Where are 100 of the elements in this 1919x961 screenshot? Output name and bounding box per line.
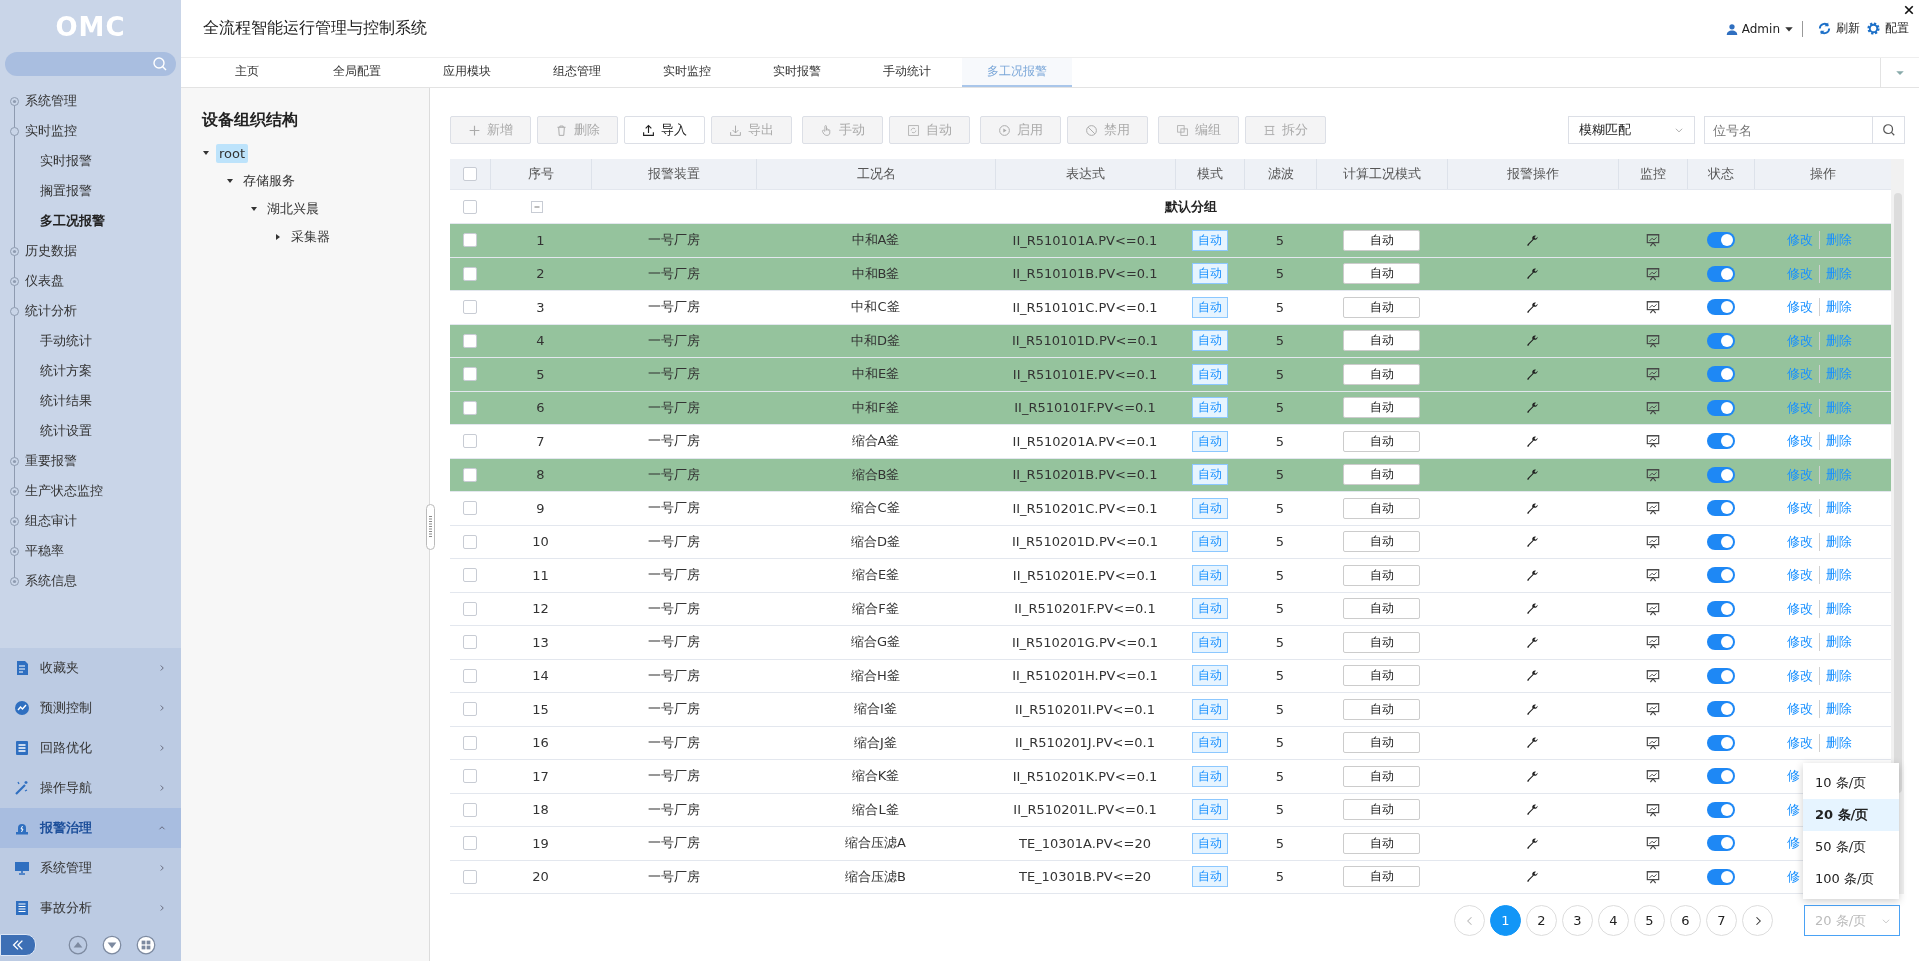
table-cell: 5 — [1275, 802, 1285, 818]
table-cell: 缩合I釜 — [854, 700, 897, 719]
table-cell: II_R510201F.PV<=0.1 — [1014, 601, 1156, 617]
table-cell: 2 — [536, 266, 545, 282]
column-header: 表达式 — [1066, 165, 1105, 183]
table-cell: 5 — [1275, 735, 1285, 751]
table-cell: 一号厂房 — [647, 666, 700, 685]
table-cell: TE_10301A.PV<=20 — [1019, 835, 1151, 851]
table-cell: 5 — [1275, 768, 1285, 784]
column-header: 计算工况模式 — [1343, 165, 1421, 183]
column-header: 工况名 — [856, 165, 896, 183]
table-cell: II_R510201K.PV<=0.1 — [1012, 768, 1158, 784]
mode-tag: 自动 — [1191, 497, 1228, 519]
table-cell: 5 — [1275, 467, 1285, 483]
table-cell: 中和A釜 — [851, 231, 900, 250]
mode-tag: 自动 — [1191, 598, 1228, 620]
table-cell: 一号厂房 — [647, 365, 700, 384]
mode-tag: 自动 — [1191, 229, 1228, 251]
table-cell: II_R510201G.PV<=0.1 — [1011, 634, 1159, 650]
table-cell: 一号厂房 — [647, 733, 700, 752]
table-cell: 5 — [1275, 601, 1285, 617]
table-cell: 一号厂房 — [647, 633, 700, 652]
table-cell: 5 — [1275, 299, 1285, 315]
table-cell: 9 — [536, 500, 545, 516]
table-cell: 一号厂房 — [647, 331, 700, 350]
column-header: 模式 — [1197, 165, 1223, 183]
table-cell: 4 — [536, 333, 545, 349]
table-cell: 17 — [532, 768, 549, 784]
table-cell: 5 — [1275, 701, 1285, 717]
table-cell: II_R510101D.PV<=0.1 — [1011, 333, 1159, 349]
table-cell: 5 — [1275, 668, 1285, 684]
app-title: 全流程智能运行管理与控制系统 — [203, 18, 428, 39]
table-cell: 一号厂房 — [647, 800, 700, 819]
mode-tag: 自动 — [1191, 732, 1228, 754]
table-cell: II_R510101C.PV<=0.1 — [1012, 299, 1158, 315]
table-cell: 16 — [532, 735, 549, 751]
table-cell: 14 — [532, 668, 549, 684]
table-cell: 18 — [532, 802, 549, 818]
column-header: 序号 — [528, 165, 554, 183]
mode-tag: 自动 — [1191, 698, 1228, 720]
table-cell: 8 — [536, 467, 545, 483]
table-cell: 一号厂房 — [647, 231, 700, 250]
table-cell: 5 — [536, 366, 545, 382]
table-cell: 一号厂房 — [647, 599, 700, 618]
mode-tag: 自动 — [1191, 564, 1228, 586]
table-cell: II_R510201L.PV<=0.1 — [1013, 802, 1157, 818]
mode-tag: 自动 — [1191, 531, 1228, 553]
mode-tag: 自动 — [1191, 665, 1228, 687]
table-cell: 缩合压滤A — [845, 834, 906, 853]
table-cell: 缩合J釜 — [854, 733, 897, 752]
table-cell: 5 — [1275, 333, 1285, 349]
table-cell: 一号厂房 — [647, 432, 700, 451]
group-title: 默认分组 — [1165, 197, 1217, 216]
mode-tag: 自动 — [1191, 765, 1228, 787]
table-cell: 中和F釜 — [852, 398, 899, 417]
table-cell: II_R510201I.PV<=0.1 — [1015, 701, 1155, 717]
table-cell: 5 — [1275, 400, 1285, 416]
mode-tag: 自动 — [1191, 631, 1228, 653]
table-cell: 缩合B釜 — [851, 465, 900, 484]
table-cell: II_R510201C.PV<=0.1 — [1012, 500, 1158, 516]
table-cell: 缩合E釜 — [851, 566, 900, 585]
table-cell: 10 — [532, 534, 549, 550]
table-cell: 一号厂房 — [647, 465, 700, 484]
table-cell: 一号厂房 — [647, 867, 700, 886]
table-cell: 缩合C釜 — [851, 499, 900, 518]
table-cell: 一号厂房 — [647, 398, 700, 417]
table-cell: 中和E釜 — [851, 365, 900, 384]
table-cell: 中和D釜 — [851, 331, 900, 350]
table-cell: 3 — [536, 299, 545, 315]
table-cell: 一号厂房 — [647, 298, 700, 317]
mode-tag: 自动 — [1191, 296, 1228, 318]
table-cell: 5 — [1275, 266, 1285, 282]
table-cell: II_R510201D.PV<=0.1 — [1011, 534, 1159, 550]
table-cell: 中和C釜 — [851, 298, 900, 317]
column-header: 报警操作 — [1507, 165, 1559, 183]
table-cell: 5 — [1275, 232, 1285, 248]
mode-tag: 自动 — [1191, 430, 1228, 452]
table-cell: 缩合F釜 — [852, 599, 899, 618]
column-header: 监控 — [1640, 165, 1666, 183]
table-cell: 1 — [536, 232, 545, 248]
table-cell: II_R510201E.PV<=0.1 — [1012, 567, 1158, 583]
column-header: 滤波 — [1267, 165, 1294, 183]
column-header: 状态 — [1708, 165, 1734, 183]
mode-tag: 自动 — [1191, 263, 1228, 285]
table-cell: 缩合压滤B — [845, 867, 906, 886]
table-cell: 15 — [532, 701, 549, 717]
table-cell: 12 — [532, 601, 549, 617]
table-cell: TE_10301B.PV<=20 — [1018, 869, 1152, 885]
table-cell: 5 — [1275, 500, 1285, 516]
table-cell: 中和B釜 — [851, 264, 900, 283]
table-cell: 一号厂房 — [647, 834, 700, 853]
table-cell: 一号厂房 — [647, 499, 700, 518]
table-cell: II_R510101B.PV<=0.1 — [1012, 266, 1158, 282]
table-cell: 一号厂房 — [647, 767, 700, 786]
table-cell: 缩合A釜 — [851, 432, 900, 451]
mode-tag: 自动 — [1191, 866, 1228, 888]
mode-tag: 自动 — [1191, 832, 1228, 854]
table-cell: II_R510101E.PV<=0.1 — [1012, 366, 1158, 382]
mode-tag: 自动 — [1191, 799, 1228, 821]
table-cell: 一号厂房 — [647, 566, 700, 585]
